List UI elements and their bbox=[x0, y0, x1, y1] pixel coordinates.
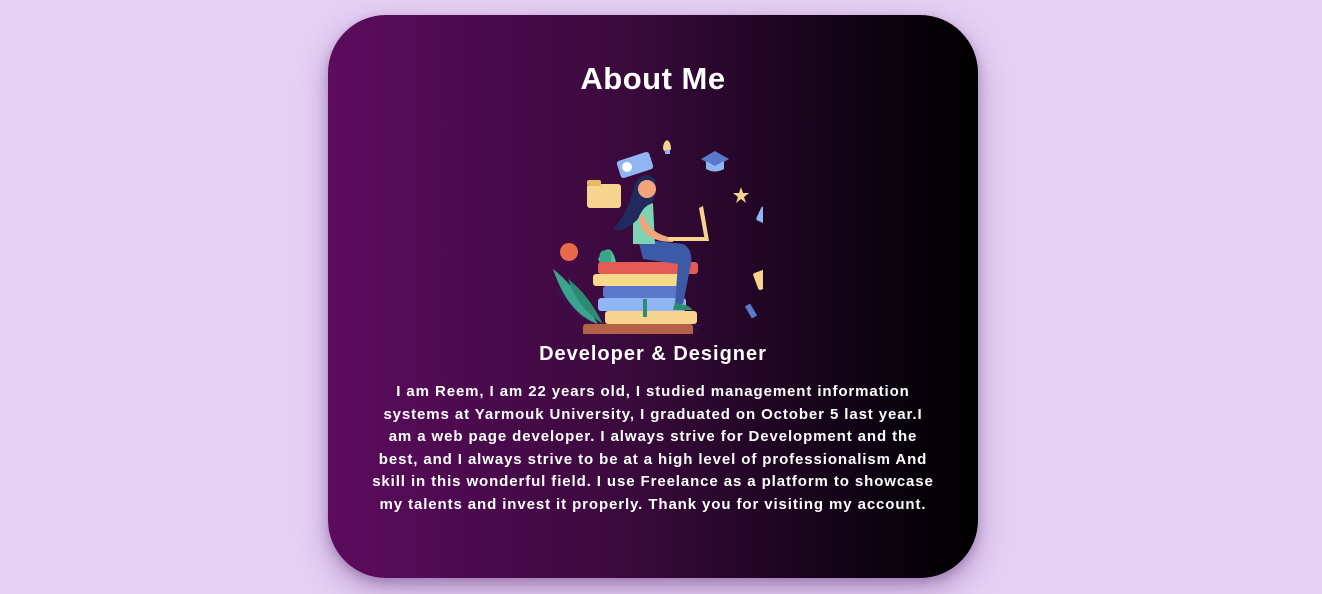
page: About Me Developer & Designer I am Reem,… bbox=[0, 0, 1322, 594]
woman-studying-laptop-illustration-icon bbox=[553, 140, 763, 334]
about-card: About Me Developer & Designer I am Reem,… bbox=[328, 15, 978, 578]
about-title: About Me bbox=[580, 61, 726, 96]
bio-paragraph: I am Reem, I am 22 years old, I studied … bbox=[372, 383, 934, 513]
role-subtitle: Developer & Designer bbox=[539, 343, 767, 365]
